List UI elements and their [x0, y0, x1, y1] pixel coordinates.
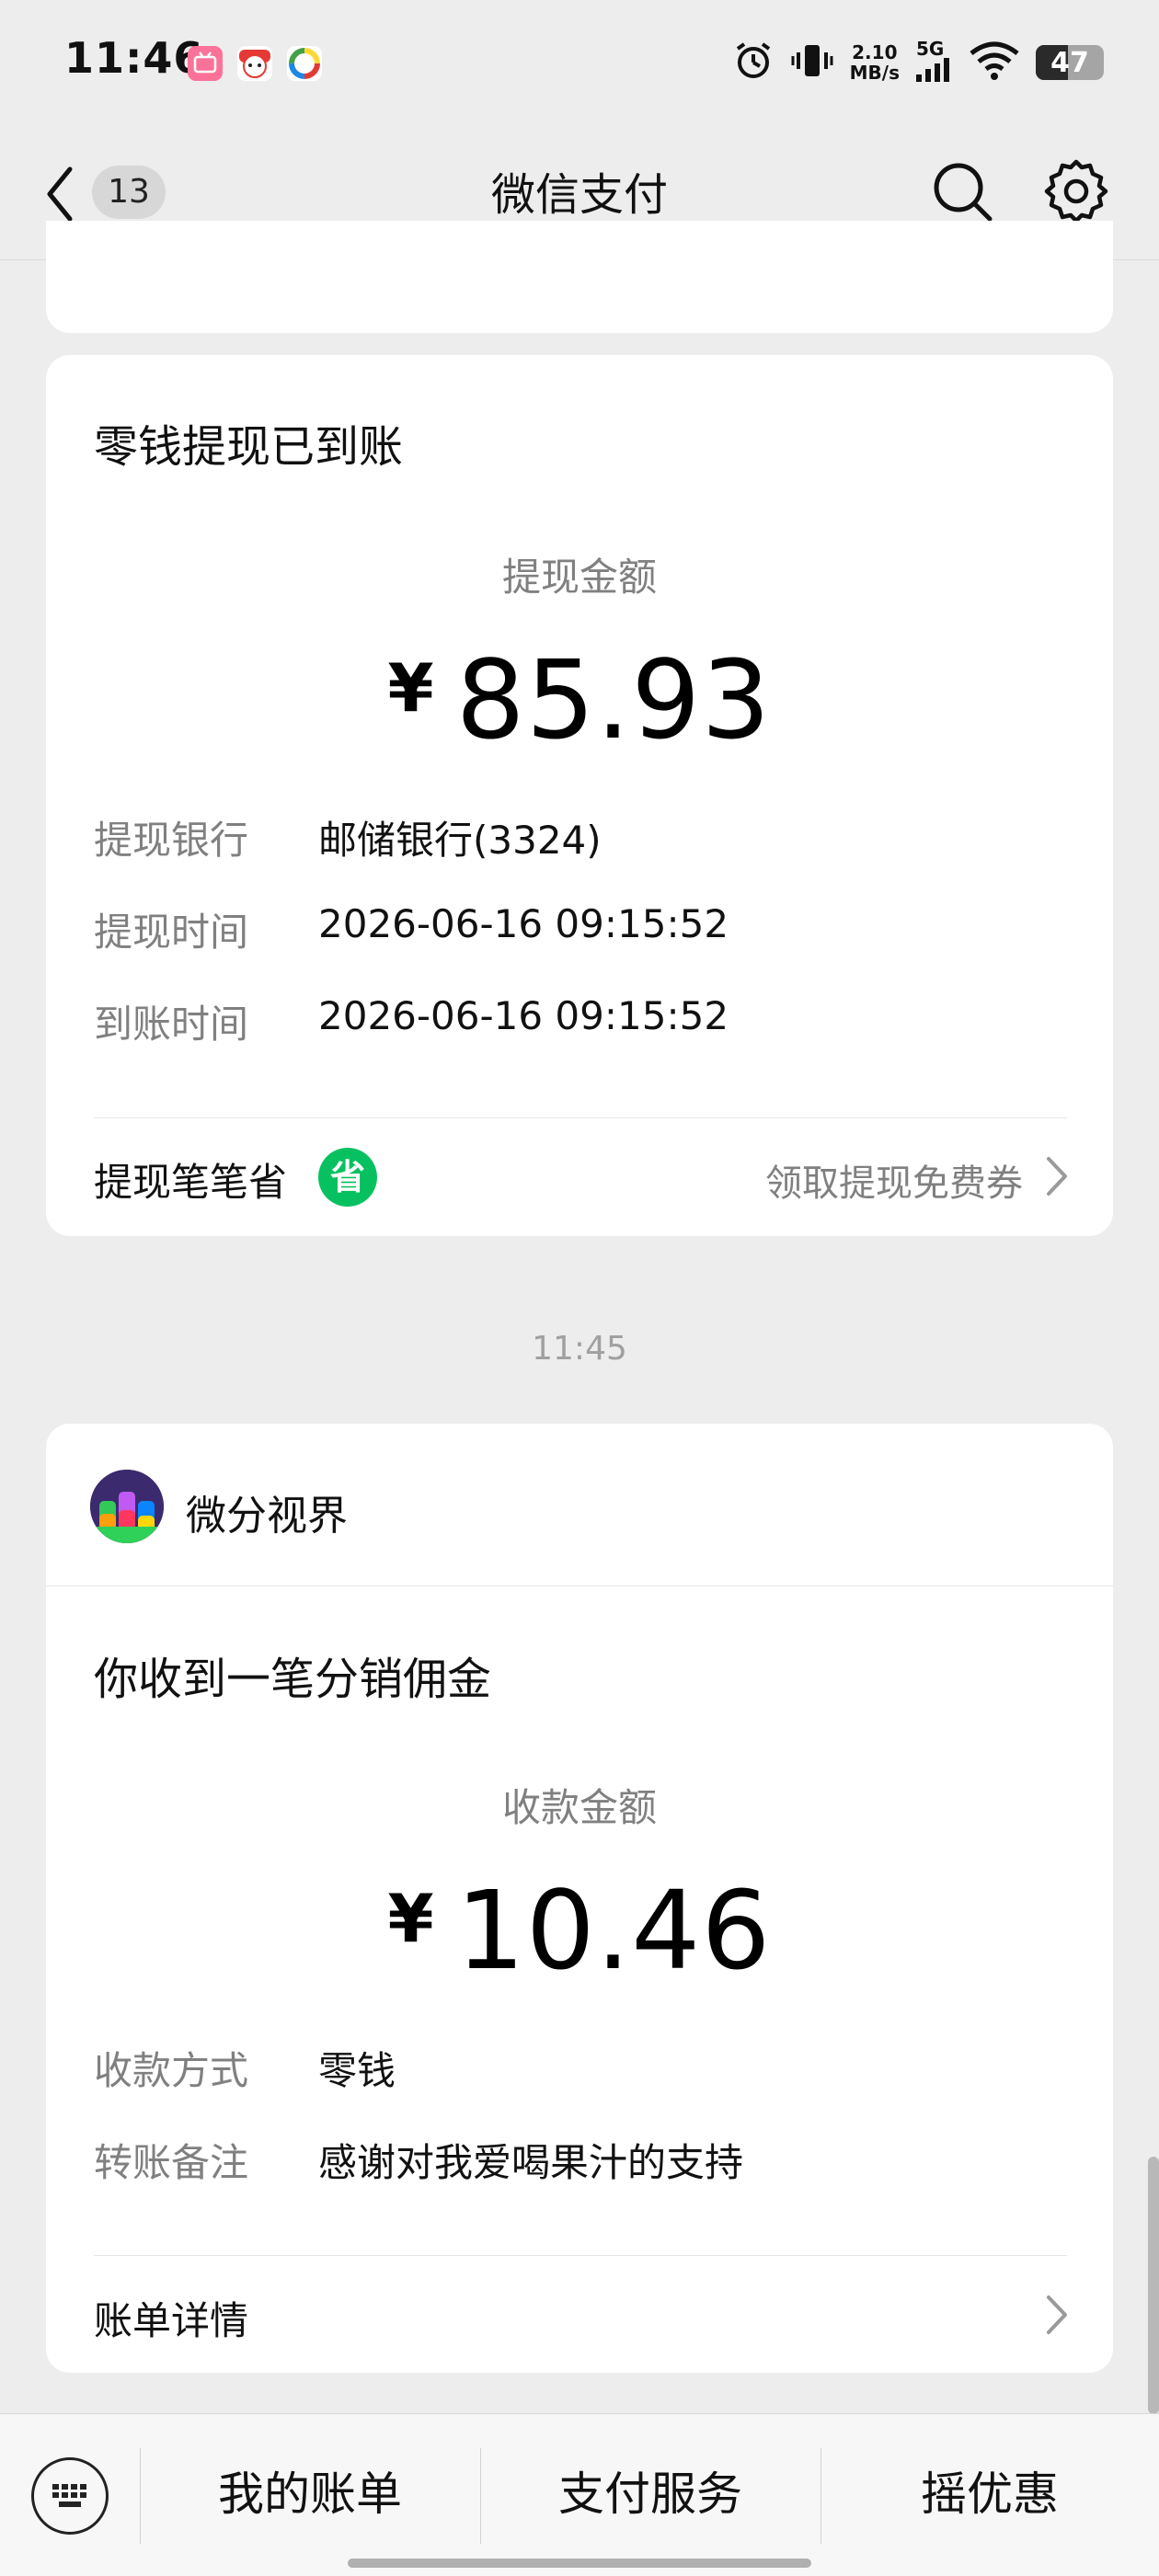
bilibili-app-icon — [188, 46, 223, 81]
chevron-right-icon[interactable] — [1045, 2294, 1069, 2336]
net-speed-value: 2.10 — [852, 41, 898, 63]
withdraw-bank-value: 邮储银行(3324) — [318, 818, 602, 863]
net-speed-unit: MB/s — [849, 62, 900, 84]
promo-label: 提现笔笔省 — [94, 1160, 288, 1205]
commission-card-title: 你收到一笔分销佣金 — [94, 1654, 492, 1705]
free-coupon-link[interactable]: 领取提现免费券 — [765, 1153, 1023, 1207]
payment-method-label: 收款方式 — [94, 2048, 249, 2093]
net-speed: 2.10 MB/s — [850, 42, 900, 83]
menu-shake-deals[interactable]: 摇优惠 — [820, 2446, 1159, 2542]
status-indicators: 2.10 MB/s 5G 47 — [732, 37, 1104, 88]
menu-payment-services[interactable]: 支付服务 — [480, 2446, 820, 2542]
amount-value: 10.46 — [455, 1867, 772, 1994]
merchant-name[interactable]: 微分视界 — [186, 1483, 348, 1541]
menu-my-bills[interactable]: 我的账单 — [140, 2446, 480, 2542]
save-badge: 省 — [318, 1148, 377, 1207]
arrival-time-label: 到账时间 — [94, 1002, 249, 1047]
chevron-right-icon — [1045, 1155, 1069, 1197]
commission-amount-label: 收款金额 — [501, 1785, 657, 1830]
previous-message-card — [46, 221, 1113, 333]
merchant-avatar[interactable] — [90, 1470, 164, 1543]
settings-gear-icon[interactable] — [1043, 158, 1109, 224]
mascot-app-icon — [237, 46, 272, 81]
scrollbar[interactable] — [1148, 2157, 1159, 2414]
network-gen: 5G — [916, 38, 945, 60]
bill-details-link[interactable]: 账单详情 — [94, 2290, 248, 2346]
withdrawal-amount-label: 提现金额 — [501, 555, 657, 600]
home-indicator[interactable] — [348, 2559, 811, 2568]
message-timestamp: 11:45 — [532, 1330, 627, 1368]
commission-amount: ¥10.46 — [0, 1867, 1159, 1994]
amount-value: 85.93 — [455, 636, 772, 763]
withdrawal-amount: ¥85.93 — [0, 636, 1159, 763]
withdraw-time-label: 提现时间 — [94, 910, 249, 955]
alarm-icon — [732, 40, 775, 86]
battery-level: 47 — [1050, 47, 1089, 79]
divider — [94, 2255, 1067, 2256]
withdraw-time-value: 2026-06-16 09:15:52 — [318, 901, 729, 946]
divider — [94, 1117, 1067, 1118]
status-time: 11:46 — [64, 33, 204, 83]
withdraw-bank-label: 提现银行 — [94, 818, 249, 863]
withdrawal-card[interactable] — [46, 355, 1113, 1236]
arrival-time-value: 2026-06-16 09:15:52 — [318, 993, 729, 1038]
keyboard-toggle-button[interactable] — [31, 2457, 109, 2535]
payment-method-value: 零钱 — [318, 2048, 396, 2093]
currency-symbol: ¥ — [387, 649, 434, 727]
search-icon[interactable] — [931, 160, 993, 223]
transfer-note-value: 感谢对我爱喝果汁的支持 — [318, 2140, 744, 2185]
keyboard-icon — [52, 2484, 86, 2507]
battery-icon: 47 — [1036, 45, 1104, 80]
signal-icon — [916, 58, 953, 86]
wifi-icon — [970, 40, 1019, 85]
vibrate-icon — [791, 40, 833, 86]
transfer-note-label: 转账备注 — [94, 2140, 249, 2185]
cell-signal: 5G — [916, 40, 953, 86]
currency-symbol: ¥ — [387, 1880, 434, 1957]
colorful-app-icon — [287, 46, 322, 81]
withdrawal-card-title: 零钱提现已到账 — [94, 421, 404, 473]
